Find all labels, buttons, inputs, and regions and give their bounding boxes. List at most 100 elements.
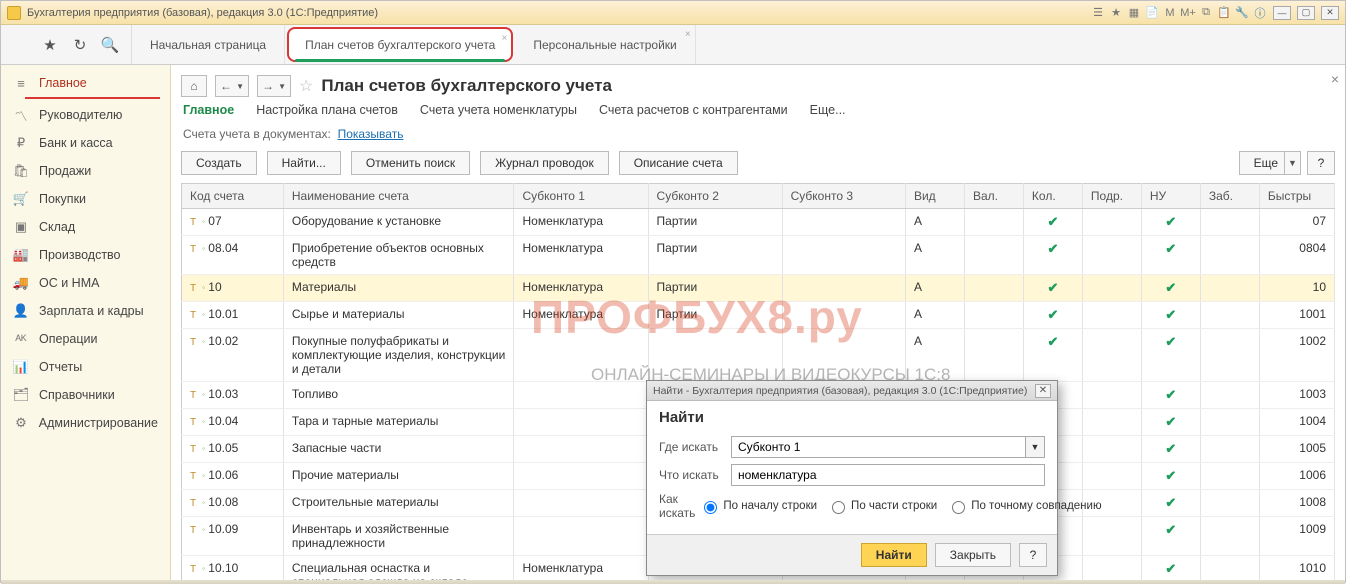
sidebar-item-lead[interactable]: 〽Руководителю: [1, 101, 170, 129]
tab-close-icon[interactable]: ×: [685, 29, 691, 40]
toolbar-icon[interactable]: M+: [1181, 6, 1195, 20]
find-dialog: Найти - Бухгалтерия предприятия (базовая…: [646, 380, 1058, 576]
radio-exact[interactable]: [952, 501, 965, 514]
toolbar-icon[interactable]: ▦: [1127, 6, 1141, 20]
col-s3[interactable]: Субконто 3: [782, 184, 905, 209]
toolbar-icon[interactable]: ★: [1109, 6, 1123, 20]
col-podr[interactable]: Подр.: [1082, 184, 1141, 209]
minimize-button[interactable]: —: [1273, 6, 1291, 20]
sidebar-item-prod[interactable]: 🏭Производство: [1, 241, 170, 269]
sidebar-item-stock[interactable]: ▣ Склад: [1, 213, 170, 241]
sidebar-label: Производство: [39, 248, 121, 262]
dialog-titlebar-text: Найти - Бухгалтерия предприятия (базовая…: [653, 385, 1027, 397]
tab-close-icon[interactable]: ×: [502, 33, 508, 44]
cell-kol: ✔: [1023, 302, 1082, 329]
col-val[interactable]: Вал.: [964, 184, 1023, 209]
sidebar-item-sales[interactable]: 🛍Продажи: [1, 157, 170, 185]
help-button[interactable]: ?: [1307, 151, 1335, 175]
cell-name: Специальная оснастка и специальная одежд…: [283, 556, 514, 581]
journal-button[interactable]: Журнал проводок: [480, 151, 609, 175]
where-select[interactable]: [731, 436, 1025, 458]
cell-podr: [1082, 329, 1141, 382]
nav-home-button[interactable]: ⌂: [181, 75, 207, 97]
maximize-button[interactable]: ▢: [1297, 6, 1315, 20]
sidebar-item-admin[interactable]: ⚙Администрирование: [1, 409, 170, 437]
table-row[interactable]: T◦ 10.02Покупные полуфабрикаты и комплек…: [182, 329, 1335, 382]
col-name[interactable]: Наименование счета: [283, 184, 514, 209]
radio-start[interactable]: [704, 501, 717, 514]
tab-start-page[interactable]: Начальная страница: [132, 25, 285, 64]
col-s1[interactable]: Субконто 1: [514, 184, 648, 209]
col-code[interactable]: Код счета: [182, 184, 284, 209]
cancel-search-button[interactable]: Отменить поиск: [351, 151, 470, 175]
tab-plan-accounts[interactable]: План счетов бухгалтерского учета ×: [287, 27, 513, 62]
cell-bv: 1010: [1259, 556, 1334, 581]
docline-link[interactable]: Показывать: [338, 127, 404, 141]
cell-val: [964, 329, 1023, 382]
col-bv[interactable]: Быстры: [1259, 184, 1334, 209]
close-button[interactable]: ✕: [1321, 6, 1339, 20]
favorite-star-icon[interactable]: ☆: [299, 76, 313, 96]
table-row[interactable]: T◦ 08.04Приобретение объектов основных с…: [182, 236, 1335, 275]
find-button[interactable]: Найти...: [267, 151, 341, 175]
subtab-more[interactable]: Еще...: [810, 103, 846, 117]
dialog-titlebar[interactable]: Найти - Бухгалтерия предприятия (базовая…: [647, 381, 1057, 401]
sidebar-label: Склад: [39, 220, 75, 234]
create-button[interactable]: Создать: [181, 151, 257, 175]
dialog-close-icon[interactable]: ✕: [1035, 384, 1051, 398]
what-label: Что искать: [659, 468, 731, 482]
sidebar-item-main[interactable]: ≡Главное: [1, 69, 170, 97]
cell-name: Сырье и материалы: [283, 302, 514, 329]
sidebar-item-ref[interactable]: 🗂Справочники: [1, 381, 170, 409]
toolbar-icon[interactable]: 📋: [1217, 6, 1231, 20]
history-icon[interactable]: ↻: [71, 36, 89, 54]
star-icon[interactable]: ★: [41, 36, 59, 54]
folder-icon: 🗂: [13, 387, 29, 403]
nav-fwd-button[interactable]: → ▼: [257, 75, 291, 97]
box-icon: ▣: [13, 219, 29, 235]
subtab-contr[interactable]: Счета расчетов с контрагентами: [599, 103, 788, 117]
more-button[interactable]: Еще▼: [1239, 151, 1301, 175]
sidebar-item-reports[interactable]: 📊Отчеты: [1, 353, 170, 381]
what-input[interactable]: [731, 464, 1045, 486]
page-close-icon[interactable]: ×: [1331, 71, 1339, 87]
toolbar-icon[interactable]: ☰: [1091, 6, 1105, 20]
radio-label: По точному совпадению: [971, 500, 1101, 512]
sidebar-item-bank[interactable]: ₽Банк и касса: [1, 129, 170, 157]
cell-bv: 0804: [1259, 236, 1334, 275]
subtab-main[interactable]: Главное: [183, 103, 234, 117]
desc-button[interactable]: Описание счета: [619, 151, 738, 175]
sub-icon: ◦: [202, 283, 205, 292]
sidebar-item-osnma[interactable]: 🚚ОС и НМА: [1, 269, 170, 297]
col-zab[interactable]: Заб.: [1200, 184, 1259, 209]
cell-kol: ✔: [1023, 329, 1082, 382]
dialog-find-button[interactable]: Найти: [861, 543, 927, 567]
toolbar-icon[interactable]: 📄: [1145, 6, 1159, 20]
help-icon[interactable]: ⓘ: [1253, 6, 1267, 20]
col-vid[interactable]: Вид: [905, 184, 964, 209]
radio-part[interactable]: [832, 501, 845, 514]
chevron-down-icon[interactable]: ▼: [1025, 436, 1045, 458]
col-kol[interactable]: Кол.: [1023, 184, 1082, 209]
nav-back-button[interactable]: ← ▼: [215, 75, 249, 97]
tab-personal-settings[interactable]: Персональные настройки ×: [515, 25, 695, 64]
subtab-setup[interactable]: Настройка плана счетов: [256, 103, 398, 117]
subtab-nomen[interactable]: Счета учета номенклатуры: [420, 103, 577, 117]
col-nu[interactable]: НУ: [1141, 184, 1200, 209]
search-icon[interactable]: 🔍: [101, 36, 119, 54]
account-icon: T: [190, 244, 196, 255]
sidebar-item-oper[interactable]: ᴬᴷОперации: [1, 325, 170, 353]
apps-grid-icon[interactable]: [13, 37, 29, 53]
toolbar-icon[interactable]: 🔧: [1235, 6, 1249, 20]
table-row[interactable]: T◦ 10МатериалыНоменклатураПартииА✔✔10: [182, 275, 1335, 302]
table-row[interactable]: T◦ 10.01Сырье и материалыНоменклатураПар…: [182, 302, 1335, 329]
col-s2[interactable]: Субконто 2: [648, 184, 782, 209]
sidebar-item-salary[interactable]: 👤Зарплата и кадры: [1, 297, 170, 325]
toolbar-icon[interactable]: ⧉: [1199, 6, 1213, 20]
table-row[interactable]: T◦ 07Оборудование к установкеНоменклатур…: [182, 209, 1335, 236]
dialog-help-button[interactable]: ?: [1019, 543, 1047, 567]
toolbar-icon[interactable]: M: [1163, 6, 1177, 20]
dialog-close-button[interactable]: Закрыть: [935, 543, 1011, 567]
sidebar-item-buy[interactable]: 🛒Покупки: [1, 185, 170, 213]
window-title: Бухгалтерия предприятия (базовая), редак…: [27, 7, 378, 19]
